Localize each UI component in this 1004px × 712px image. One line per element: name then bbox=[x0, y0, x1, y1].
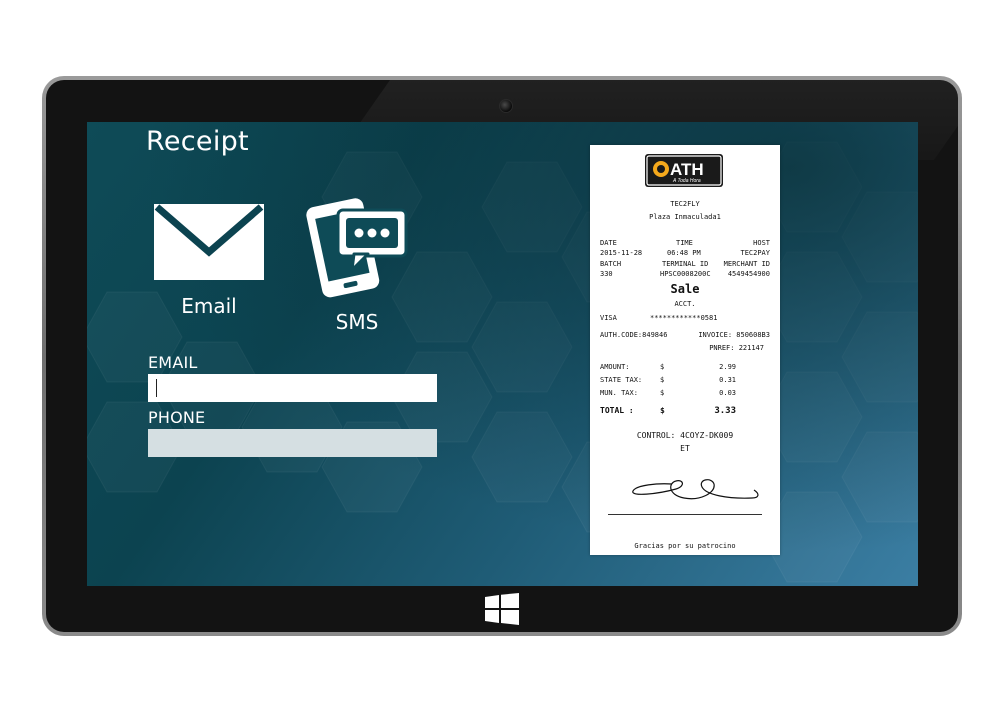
signature-line bbox=[608, 514, 762, 515]
hexagon-background bbox=[87, 141, 918, 583]
receipt-preview: ATH A Toda Hora TEC2FLY Plaza Inmaculada… bbox=[590, 145, 780, 555]
merchant-id-value: 4549454900 bbox=[727, 270, 770, 278]
amount-currency: $ bbox=[660, 363, 665, 371]
batch-header: BATCH bbox=[600, 260, 622, 268]
email-field[interactable] bbox=[148, 374, 437, 402]
merchant-name: TEC2FLY bbox=[670, 200, 700, 208]
app-screen: Receipt Email SMS EMAIL PHONE ATH A Toda… bbox=[87, 122, 918, 586]
phone-field[interactable] bbox=[148, 429, 437, 457]
sms-option-label: SMS bbox=[335, 310, 379, 334]
control-number: CONTROL: 4COYZ-DK009 bbox=[636, 431, 734, 440]
invoice-number: INVOICE: 850608B3 bbox=[698, 331, 770, 339]
envelope-icon bbox=[154, 204, 264, 280]
terminal-id-header: TERMINAL ID bbox=[662, 260, 709, 268]
acct-label: ACCT. bbox=[674, 300, 696, 308]
control-suffix: ET bbox=[680, 444, 690, 453]
mun-tax-value: 0.03 bbox=[719, 389, 736, 397]
signature-image bbox=[632, 479, 759, 500]
transaction-type: Sale bbox=[670, 282, 700, 296]
ath-logo: ATH A Toda Hora bbox=[645, 154, 723, 187]
state-tax-currency: $ bbox=[660, 376, 665, 384]
batch-value: 330 bbox=[600, 270, 613, 278]
email-option-label: Email bbox=[181, 294, 237, 318]
terminal-id-value: HPSC0008200C bbox=[660, 270, 711, 278]
state-tax-label: STATE TAX: bbox=[600, 376, 643, 384]
state-tax-value: 0.31 bbox=[719, 376, 736, 384]
tablet-frame: Receipt Email SMS EMAIL PHONE ATH A Toda… bbox=[42, 76, 962, 636]
total-currency: $ bbox=[660, 406, 665, 415]
card-number: ************0581 bbox=[650, 314, 718, 322]
total-label: TOTAL : bbox=[600, 406, 634, 415]
card-brand: VISA bbox=[600, 314, 617, 322]
email-option-button[interactable]: Email bbox=[153, 204, 265, 318]
merchant-id-header: MERCHANT ID bbox=[723, 260, 770, 268]
total-value: 3.33 bbox=[714, 406, 736, 416]
tablet-bezel: Receipt Email SMS EMAIL PHONE ATH A Toda… bbox=[46, 80, 958, 632]
sms-option-button[interactable]: SMS bbox=[297, 194, 417, 334]
phone-field-label: PHONE bbox=[148, 408, 206, 427]
date-value: 2015-11-28 bbox=[600, 249, 643, 257]
svg-text:A Toda Hora: A Toda Hora bbox=[672, 178, 701, 184]
camera-icon bbox=[499, 99, 513, 113]
page-title: Receipt bbox=[146, 126, 249, 157]
svg-text:ATH: ATH bbox=[670, 160, 704, 179]
windows-logo-icon[interactable] bbox=[485, 593, 519, 625]
email-field-label: EMAIL bbox=[148, 353, 198, 372]
pnref: PNREF: 221147 bbox=[709, 344, 764, 352]
auth-code: AUTH.CODE:849846 bbox=[600, 331, 668, 339]
amount-label: AMOUNT: bbox=[600, 363, 630, 371]
date-header: DATE bbox=[600, 239, 617, 247]
host-header: HOST bbox=[753, 239, 770, 247]
host-value: TEC2PAY bbox=[740, 249, 770, 257]
merchant-location: Plaza Inmaculada1 bbox=[649, 213, 721, 221]
amount-value: 2.99 bbox=[719, 363, 736, 371]
mun-tax-label: MUN. TAX: bbox=[600, 389, 638, 397]
receipt-footer: Gracias por su patrocino bbox=[634, 542, 736, 550]
phone-chat-icon bbox=[306, 198, 408, 298]
text-cursor bbox=[156, 379, 157, 397]
mun-tax-currency: $ bbox=[660, 389, 665, 397]
time-value: 06:48 PM bbox=[667, 249, 701, 257]
time-header: TIME bbox=[676, 239, 693, 247]
